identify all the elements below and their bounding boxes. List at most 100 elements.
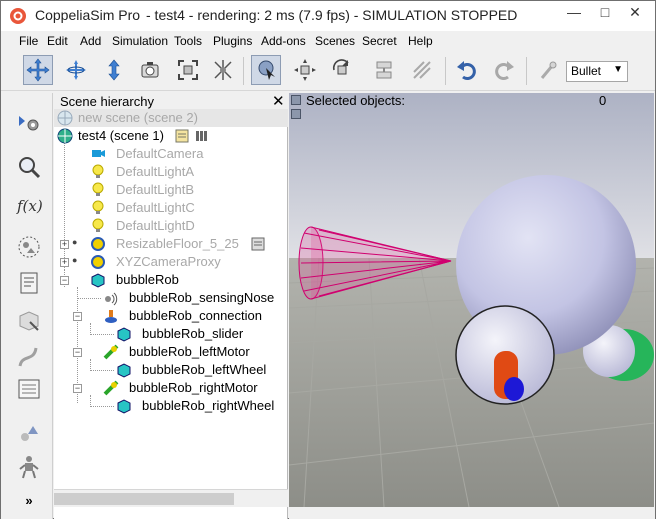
menu-edit[interactable]: Edit — [47, 34, 68, 48]
menu-addons[interactable]: Add-ons — [261, 34, 306, 48]
fit-to-view-icon — [178, 60, 198, 80]
shape-icon — [91, 273, 105, 288]
menu-simulation[interactable]: Simulation — [112, 34, 168, 48]
fit-to-view-button[interactable] — [173, 55, 203, 85]
selected-objects-label: Selected objects: — [306, 93, 406, 108]
dummy-model-icon — [91, 255, 105, 269]
object-rotate-button[interactable] — [327, 55, 357, 85]
path-edit-icon — [18, 347, 38, 367]
dynamics-button[interactable] — [533, 55, 563, 85]
tree-item-label: DefaultLightB — [116, 182, 195, 197]
shape-icon — [117, 399, 131, 414]
expand-toggle[interactable]: + — [60, 258, 69, 267]
globe-icon — [57, 128, 73, 144]
camera-angle-icon — [141, 62, 159, 78]
collections-button[interactable] — [15, 233, 43, 261]
scene-label: new scene (scene 2) — [78, 110, 198, 125]
tree-item-label: bubbleRob_slider — [142, 326, 244, 341]
tree-item-label: ResizableFloor_5_25 — [116, 236, 239, 251]
scene-hierarchy-button[interactable] — [15, 453, 43, 481]
shapes-edit-button[interactable] — [15, 307, 43, 335]
tree-line — [90, 334, 114, 335]
dummy-model-icon — [91, 237, 105, 251]
manipulate-button[interactable] — [208, 55, 238, 85]
page-selector-button[interactable] — [291, 109, 301, 119]
tree-item-label: bubbleRob — [116, 272, 179, 287]
object-select-icon — [258, 60, 275, 80]
assemble-button[interactable] — [369, 55, 399, 85]
light-icon — [92, 164, 104, 178]
horizontal-scrollbar[interactable] — [54, 489, 288, 507]
model-dot-icon: ● — [72, 255, 78, 265]
transfer-dna-button[interactable] — [407, 55, 437, 85]
customization-script-icon — [196, 131, 207, 141]
more-button[interactable]: » — [15, 491, 43, 509]
coppeliasim-logo-icon — [10, 8, 26, 24]
camera-angle-button[interactable] — [135, 55, 165, 85]
tree-item-label: bubbleRob_rightWheel — [142, 398, 275, 413]
shapes-edit-icon — [19, 311, 39, 331]
selection-icon — [18, 379, 40, 399]
model-browser-button[interactable] — [15, 419, 43, 447]
scene-item[interactable]: new scene (scene 2) — [54, 109, 288, 127]
calculation-modules-button[interactable]: f(x) — [15, 191, 43, 219]
scripts-button[interactable] — [15, 269, 43, 297]
move-view-icon — [26, 58, 50, 82]
menu-help[interactable]: Help — [408, 34, 433, 48]
rotate-view-button[interactable] — [61, 55, 91, 85]
path-edit-button[interactable] — [15, 343, 43, 371]
collapse-toggle[interactable]: − — [60, 276, 69, 285]
tree-item-label: bubbleRob_leftWheel — [142, 362, 267, 377]
search-button[interactable] — [15, 153, 43, 181]
view-menu-button[interactable] — [291, 95, 301, 105]
toolbar-separator — [526, 57, 527, 85]
scene-render[interactable] — [289, 93, 654, 507]
rotate-view-icon — [66, 60, 86, 80]
menu-file[interactable]: File — [19, 34, 38, 48]
physics-engine-select[interactable]: Bullet ▼ — [566, 61, 628, 82]
object-properties-icon — [19, 116, 39, 131]
light-icon — [92, 182, 104, 196]
menu-scenes[interactable]: Scenes — [315, 34, 355, 48]
script-icon — [251, 237, 265, 251]
close-panel-button[interactable]: ✕ — [272, 92, 285, 110]
minimize-button[interactable]: — — [559, 1, 589, 25]
menu-bar: File Edit Add Simulation Tools Plugins A… — [1, 32, 655, 50]
search-icon — [19, 157, 41, 179]
scrollbar-thumb[interactable] — [54, 493, 234, 505]
move-view-button[interactable] — [23, 55, 53, 85]
shift-view-button[interactable] — [99, 55, 129, 85]
scene-item[interactable]: test4 (scene 1) — [54, 127, 288, 145]
menu-add[interactable]: Add — [80, 34, 101, 48]
menu-secret[interactable]: Secret — [362, 34, 397, 48]
tree-item-label: bubbleRob_leftMotor — [129, 344, 250, 359]
menu-tools[interactable]: Tools — [174, 34, 202, 48]
expand-toggle[interactable]: + — [60, 240, 69, 249]
close-window-button[interactable]: ✕ — [620, 1, 650, 25]
undo-button[interactable] — [452, 55, 482, 85]
maximize-button[interactable]: □ — [590, 1, 620, 25]
scene-viewport[interactable]: Selected objects: 0 — [289, 93, 654, 507]
resize-grip[interactable] — [289, 507, 655, 519]
menu-plugins[interactable]: Plugins — [213, 34, 252, 48]
model-dot-icon: ● — [72, 237, 78, 247]
object-properties-button[interactable] — [15, 109, 43, 137]
object-select-button[interactable] — [251, 55, 281, 85]
collapse-toggle[interactable]: − — [73, 384, 82, 393]
tree-item-label: XYZCameraProxy — [116, 254, 221, 269]
left-toolbar: f(x) » — [1, 93, 53, 519]
title-bar: CoppeliaSim Pro - test4 - rendering: 2 m… — [1, 1, 655, 31]
toolbar-separator — [243, 57, 244, 85]
svg-text:f(x): f(x) — [16, 197, 42, 215]
chevron-down-icon: ▼ — [613, 64, 623, 75]
joint-icon — [103, 380, 119, 396]
collapse-toggle[interactable]: − — [73, 348, 82, 357]
shift-view-icon — [108, 59, 120, 81]
tree-item-label: bubbleRob_connection — [129, 308, 262, 323]
collapse-toggle[interactable]: − — [73, 312, 82, 321]
selection-button[interactable] — [15, 375, 43, 403]
force-sensor-icon — [105, 310, 117, 323]
redo-button[interactable] — [489, 55, 519, 85]
object-shift-button[interactable] — [290, 55, 320, 85]
tree-item-label: DefaultLightD — [116, 218, 195, 233]
